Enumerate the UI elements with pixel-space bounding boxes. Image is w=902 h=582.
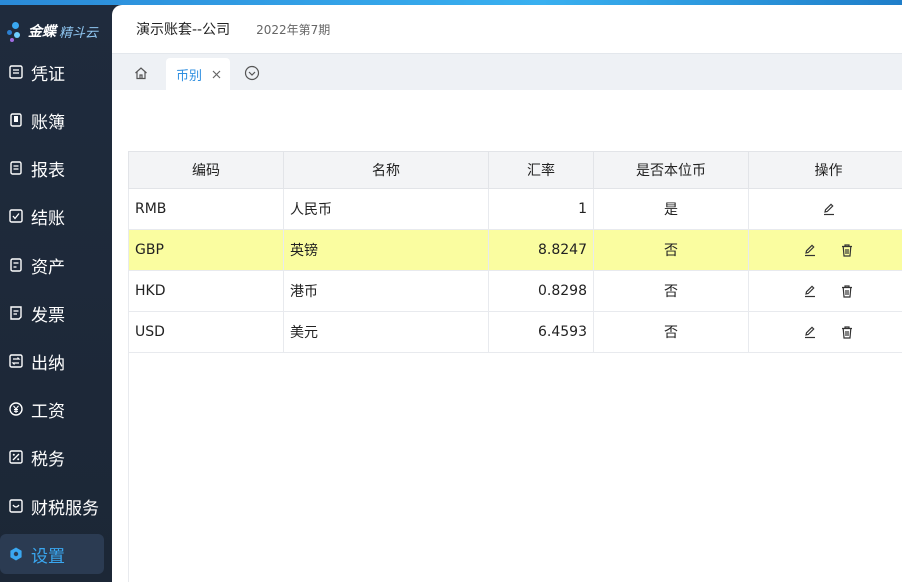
- cell-name: 人民币: [283, 188, 489, 230]
- chevron-down-circle-icon: [244, 65, 260, 81]
- table-row[interactable]: USD 美元 6.4593 否: [128, 311, 902, 353]
- trash-icon[interactable]: [839, 242, 855, 258]
- sidebar-item-label: 设置: [31, 546, 65, 567]
- sidebar-item-label: 报表: [31, 160, 65, 181]
- sidebar-item-label: 账簿: [31, 112, 65, 133]
- service-icon: [9, 499, 23, 513]
- sidebar-item-cashier[interactable]: 出纳: [0, 341, 112, 381]
- column-header-name: 名称: [283, 151, 489, 189]
- tax-icon: [9, 450, 23, 464]
- cell-base: 否: [593, 229, 749, 271]
- cell-base: 否: [593, 311, 749, 353]
- cell-code: GBP: [128, 229, 284, 271]
- sidebar-item-invoice[interactable]: 发票: [0, 293, 112, 333]
- cell-code: USD: [128, 311, 284, 353]
- cell-rate: 8.8247: [488, 229, 594, 271]
- home-icon: [135, 67, 147, 80]
- settings-icon: [9, 547, 23, 561]
- cell-name: 英镑: [283, 229, 489, 271]
- table-row[interactable]: RMB 人民币 1 是: [128, 188, 902, 230]
- main-panel: 演示账套--公司 2022年第7期 币别 编码 名称 汇率 是否本位币 操作 R…: [112, 5, 902, 582]
- asset-icon: [9, 258, 23, 272]
- sidebar-item-label: 资产: [31, 257, 65, 278]
- brand-sub: 精斗云: [59, 25, 99, 41]
- cell-code: HKD: [128, 270, 284, 312]
- brand-mark-icon: [6, 20, 26, 42]
- brand-name: 金蝶: [28, 24, 56, 40]
- sidebar-item-label: 出纳: [31, 353, 65, 374]
- invoice-icon: [9, 306, 23, 320]
- cell-actions: [748, 229, 902, 271]
- currency-table: 编码 名称 汇率 是否本位币 操作 RMB 人民币 1 是 GBP 英镑 8.8…: [128, 151, 902, 353]
- sidebar-item-service[interactable]: 财税服务: [0, 486, 112, 526]
- sidebar-item-label: 结账: [31, 208, 65, 229]
- brand-logo: 金蝶 精斗云: [6, 17, 106, 45]
- sidebar-item-label: 财税服务: [31, 498, 99, 519]
- sidebar-item-close-account[interactable]: 结账: [0, 196, 112, 236]
- column-header-rate: 汇率: [488, 151, 594, 189]
- report-icon: [9, 161, 23, 175]
- cashier-icon: [9, 354, 23, 368]
- tab-more-dropdown[interactable]: [244, 65, 260, 81]
- column-header-actions: 操作: [748, 151, 902, 189]
- sidebar-item-tax[interactable]: 税务: [0, 437, 112, 477]
- table-header-row: 编码 名称 汇率 是否本位币 操作: [128, 151, 902, 189]
- cell-base: 是: [593, 188, 749, 230]
- sidebar-item-label: 税务: [31, 449, 65, 470]
- voucher-icon: [9, 65, 23, 79]
- account-selector[interactable]: 演示账套--公司: [136, 19, 230, 39]
- cell-rate: 0.8298: [488, 270, 594, 312]
- column-header-code: 编码: [128, 151, 284, 189]
- sidebar-item-asset[interactable]: 资产: [0, 245, 112, 285]
- table-row[interactable]: HKD 港币 0.8298 否: [128, 270, 902, 312]
- cell-actions: [748, 311, 902, 353]
- column-header-base: 是否本位币: [593, 151, 749, 189]
- edit-icon[interactable]: [802, 283, 818, 299]
- tab-home[interactable]: [130, 62, 152, 84]
- cell-code: RMB: [128, 188, 284, 230]
- sidebar-item-report[interactable]: 报表: [0, 148, 112, 188]
- sidebar-item-label: 凭证: [31, 64, 65, 85]
- trash-icon[interactable]: [839, 283, 855, 299]
- table-row[interactable]: GBP 英镑 8.8247 否: [128, 229, 902, 271]
- cell-name: 美元: [283, 311, 489, 353]
- cell-rate: 6.4593: [488, 311, 594, 353]
- trash-icon[interactable]: [839, 324, 855, 340]
- edit-icon[interactable]: [802, 242, 818, 258]
- tab-bar: 币别: [112, 53, 902, 90]
- cell-base: 否: [593, 270, 749, 312]
- cell-name: 港币: [283, 270, 489, 312]
- sidebar-item-label: 工资: [31, 401, 65, 422]
- cell-actions: [748, 270, 902, 312]
- sidebar-item-settings[interactable]: 设置: [0, 534, 104, 574]
- ledger-icon: [9, 113, 23, 127]
- period-label[interactable]: 2022年第7期: [256, 21, 330, 38]
- tab-currency[interactable]: 币别: [166, 58, 230, 90]
- sidebar-item-voucher[interactable]: 凭证: [0, 52, 112, 92]
- sidebar-item-label: 发票: [31, 305, 65, 326]
- edit-icon[interactable]: [821, 201, 837, 217]
- cell-actions: [748, 188, 902, 230]
- cell-rate: 1: [488, 188, 594, 230]
- salary-icon: [9, 402, 23, 416]
- tab-label: 币别: [176, 68, 203, 84]
- header-bar: 演示账套--公司 2022年第7期: [112, 5, 902, 53]
- sidebar-item-ledger[interactable]: 账簿: [0, 100, 112, 140]
- sidebar-item-salary[interactable]: 工资: [0, 389, 112, 429]
- edit-icon[interactable]: [802, 324, 818, 340]
- close-account-icon: [9, 209, 23, 223]
- close-icon[interactable]: [210, 68, 222, 80]
- sidebar: 金蝶 精斗云 凭证 账簿 报表 结账 资产 发票 出纳 工资 税务 财税服务 设…: [0, 5, 112, 582]
